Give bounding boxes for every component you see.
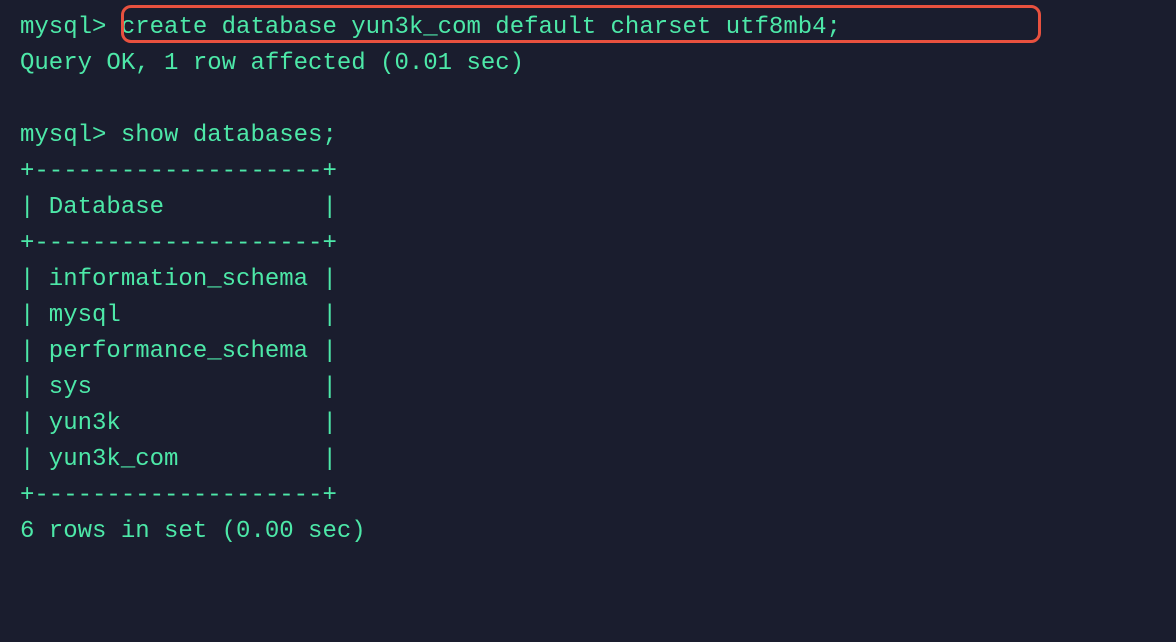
- table-row: | yun3k |: [20, 406, 1156, 442]
- mysql-prompt: mysql>: [20, 122, 121, 149]
- query-ok-1: Query OK, 1 row affected (0.01 sec): [20, 46, 1156, 82]
- table-border-bot: +--------------------+: [20, 478, 1156, 514]
- blank-line: [20, 82, 1156, 118]
- table-border-mid: +--------------------+: [20, 226, 1156, 262]
- show-databases-cmd: show databases;: [121, 122, 337, 149]
- table-row: | performance_schema |: [20, 334, 1156, 370]
- table-header: | Database |: [20, 190, 1156, 226]
- cmd-line-2[interactable]: mysql> show databases;: [20, 118, 1156, 154]
- create-database-cmd: create database yun3k_com default charse…: [121, 14, 841, 41]
- cmd-line-1[interactable]: mysql> create database yun3k_com default…: [20, 10, 1156, 46]
- mysql-prompt: mysql>: [20, 14, 121, 41]
- table-row: | sys |: [20, 370, 1156, 406]
- table-border-top: +--------------------+: [20, 154, 1156, 190]
- rows-in-set: 6 rows in set (0.00 sec): [20, 514, 1156, 550]
- table-row: | mysql |: [20, 298, 1156, 334]
- table-row: | information_schema |: [20, 262, 1156, 298]
- table-row: | yun3k_com |: [20, 442, 1156, 478]
